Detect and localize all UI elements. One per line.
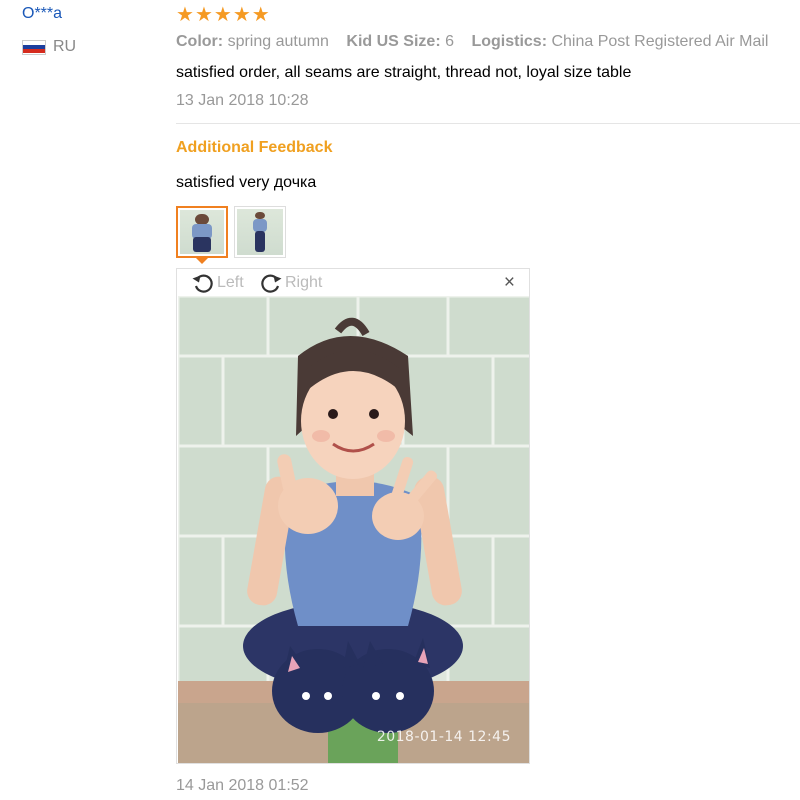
russia-flag-icon	[22, 39, 46, 55]
star-icon: ★	[251, 4, 270, 26]
star-icon: ★	[232, 4, 251, 26]
prop-size: Kid US Size: 6	[346, 33, 454, 50]
additional-feedback-title: Additional Feedback	[176, 139, 333, 156]
photo-thumbnail-1[interactable]	[176, 206, 228, 258]
close-icon[interactable]: ×	[504, 273, 515, 293]
prop-logistics: Logistics: China Post Registered Air Mai…	[471, 33, 769, 50]
divider	[176, 123, 800, 124]
photo-thumbnail-2[interactable]	[234, 206, 286, 258]
reviewer-country: RU	[22, 38, 76, 56]
rotate-right-label: Right	[285, 274, 323, 291]
rotate-right-button[interactable]: Right	[259, 271, 322, 295]
selected-thumbnail-pointer	[194, 256, 210, 264]
viewer-toolbar: Left Right ×	[177, 269, 529, 296]
rotate-left-icon	[192, 274, 213, 293]
country-code: RU	[53, 38, 77, 55]
review-date: 13 Jan 2018 10:28	[176, 92, 309, 109]
rotate-left-button[interactable]: Left	[191, 271, 244, 295]
rotate-right-icon	[261, 274, 282, 293]
order-properties: Color: spring autumn Kid US Size: 6 Logi…	[176, 33, 781, 51]
prop-color: Color: spring autumn	[176, 33, 329, 50]
photo-viewer: Left Right × 2018-01-14 12:45	[176, 268, 530, 764]
photo-timestamp: 2018-01-14 12:45	[376, 729, 511, 745]
review-text: satisfied order, all seams are straight,…	[176, 64, 632, 81]
additional-feedback-text: satisfied very дочка	[176, 174, 317, 191]
star-icon: ★	[194, 4, 213, 26]
star-icon: ★	[176, 4, 194, 26]
star-icon: ★	[213, 4, 232, 26]
reviewer-name[interactable]: O***a	[22, 5, 62, 23]
review-photo-image	[178, 296, 529, 763]
additional-feedback-date: 14 Jan 2018 01:52	[176, 777, 309, 794]
review-photo: 2018-01-14 12:45	[178, 296, 529, 763]
star-rating: ★ ★ ★ ★ ★	[176, 4, 270, 26]
rotate-left-label: Left	[217, 274, 244, 291]
